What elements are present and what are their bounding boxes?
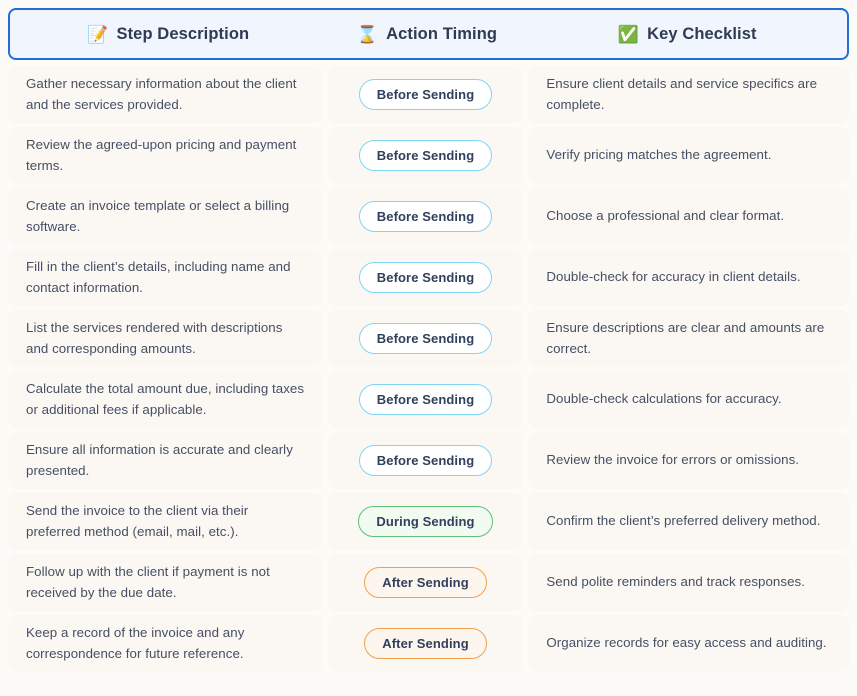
timing-badge[interactable]: After Sending xyxy=(364,628,487,659)
timing-badge[interactable]: After Sending xyxy=(364,567,487,598)
column-header-label: Key Checklist xyxy=(647,24,757,43)
cell-key-checklist: Double-check for accuracy in client deta… xyxy=(528,249,849,306)
key-checklist-text: Ensure client details and service specif… xyxy=(546,76,818,112)
cell-key-checklist: Verify pricing matches the agreement. xyxy=(528,127,849,184)
table-row: List the services rendered with descript… xyxy=(8,310,849,367)
cell-key-checklist: Choose a professional and clear format. xyxy=(528,188,849,245)
cell-step-description: Keep a record of the invoice and any cor… xyxy=(8,615,323,672)
column-header-label: Step Description xyxy=(116,24,250,43)
cell-step-description: List the services rendered with descript… xyxy=(8,310,323,367)
key-checklist-text: Ensure descriptions are clear and amount… xyxy=(546,320,825,356)
column-header-step-description: 📝 Step Description xyxy=(10,10,326,58)
cell-step-description: Send the invoice to the client via their… xyxy=(8,493,323,550)
cell-action-timing: Before Sending xyxy=(327,432,524,489)
column-header-action-timing: ⌛ Action Timing xyxy=(326,10,527,58)
cell-action-timing: After Sending xyxy=(327,554,524,611)
table-row: Gather necessary information about the c… xyxy=(8,66,849,123)
check-mark-button-icon: ✅ xyxy=(617,24,640,44)
column-header-key-checklist: ✅ Key Checklist xyxy=(528,10,847,58)
timing-badge[interactable]: Before Sending xyxy=(358,262,493,293)
cell-key-checklist: Ensure descriptions are clear and amount… xyxy=(528,310,849,367)
cell-action-timing: Before Sending xyxy=(327,66,524,123)
step-description-text: Ensure all information is accurate and c… xyxy=(26,442,293,478)
cell-step-description: Gather necessary information about the c… xyxy=(8,66,323,123)
table-row: Review the agreed-upon pricing and payme… xyxy=(8,127,849,184)
column-header-label: Action Timing xyxy=(386,24,498,43)
key-checklist-text: Organize records for easy access and aud… xyxy=(546,635,827,651)
timing-badge[interactable]: Before Sending xyxy=(358,445,493,476)
cell-key-checklist: Review the invoice for errors or omissio… xyxy=(528,432,849,489)
cell-step-description: Fill in the client’s details, including … xyxy=(8,249,323,306)
cell-step-description: Create an invoice template or select a b… xyxy=(8,188,323,245)
cell-key-checklist: Ensure client details and service specif… xyxy=(528,66,849,123)
cell-step-description: Review the agreed-upon pricing and payme… xyxy=(8,127,323,184)
table-body: Gather necessary information about the c… xyxy=(0,66,857,672)
cell-key-checklist: Confirm the client’s preferred delivery … xyxy=(528,493,849,550)
cell-key-checklist: Organize records for easy access and aud… xyxy=(528,615,849,672)
step-description-text: Fill in the client’s details, including … xyxy=(26,259,291,295)
checklist-table: 📝 Step Description ⌛ Action Timing ✅ Key… xyxy=(0,8,857,672)
memo-icon: 📝 xyxy=(87,24,109,44)
cell-action-timing: Before Sending xyxy=(327,310,524,367)
step-description-text: Review the agreed-upon pricing and payme… xyxy=(26,137,297,173)
timing-badge[interactable]: Before Sending xyxy=(358,384,493,415)
cell-action-timing: After Sending xyxy=(327,615,524,672)
timing-badge[interactable]: Before Sending xyxy=(358,323,493,354)
table-row: Fill in the client’s details, including … xyxy=(8,249,849,306)
timing-badge[interactable]: Before Sending xyxy=(358,79,493,110)
table-header-row: 📝 Step Description ⌛ Action Timing ✅ Key… xyxy=(8,8,849,60)
cell-step-description: Calculate the total amount due, includin… xyxy=(8,371,323,428)
table-row: Calculate the total amount due, includin… xyxy=(8,371,849,428)
cell-action-timing: Before Sending xyxy=(327,371,524,428)
cell-action-timing: Before Sending xyxy=(327,188,524,245)
cell-action-timing: Before Sending xyxy=(327,127,524,184)
table-row: Send the invoice to the client via their… xyxy=(8,493,849,550)
step-description-text: Create an invoice template or select a b… xyxy=(26,198,290,234)
key-checklist-text: Double-check for accuracy in client deta… xyxy=(546,269,801,285)
cell-action-timing: Before Sending xyxy=(327,249,524,306)
timing-badge[interactable]: Before Sending xyxy=(358,140,493,171)
key-checklist-text: Verify pricing matches the agreement. xyxy=(546,147,772,163)
table-row: Ensure all information is accurate and c… xyxy=(8,432,849,489)
step-description-text: List the services rendered with descript… xyxy=(26,320,283,356)
step-description-text: Keep a record of the invoice and any cor… xyxy=(26,625,245,661)
table-row: Create an invoice template or select a b… xyxy=(8,188,849,245)
cell-action-timing: During Sending xyxy=(327,493,524,550)
table-row: Keep a record of the invoice and any cor… xyxy=(8,615,849,672)
step-description-text: Follow up with the client if payment is … xyxy=(26,564,270,600)
key-checklist-text: Review the invoice for errors or omissio… xyxy=(546,452,800,468)
cell-key-checklist: Send polite reminders and track response… xyxy=(528,554,849,611)
cell-step-description: Ensure all information is accurate and c… xyxy=(8,432,323,489)
step-description-text: Send the invoice to the client via their… xyxy=(26,503,249,539)
key-checklist-text: Choose a professional and clear format. xyxy=(546,208,785,224)
key-checklist-text: Double-check calculations for accuracy. xyxy=(546,391,782,407)
step-description-text: Gather necessary information about the c… xyxy=(26,76,297,112)
cell-step-description: Follow up with the client if payment is … xyxy=(8,554,323,611)
key-checklist-text: Send polite reminders and track response… xyxy=(546,574,805,590)
timing-badge[interactable]: During Sending xyxy=(358,506,493,537)
step-description-text: Calculate the total amount due, includin… xyxy=(26,381,305,417)
cell-key-checklist: Double-check calculations for accuracy. xyxy=(528,371,849,428)
table-row: Follow up with the client if payment is … xyxy=(8,554,849,611)
timing-badge[interactable]: Before Sending xyxy=(358,201,493,232)
key-checklist-text: Confirm the client’s preferred delivery … xyxy=(546,513,821,529)
hourglass-icon: ⌛ xyxy=(356,24,379,44)
